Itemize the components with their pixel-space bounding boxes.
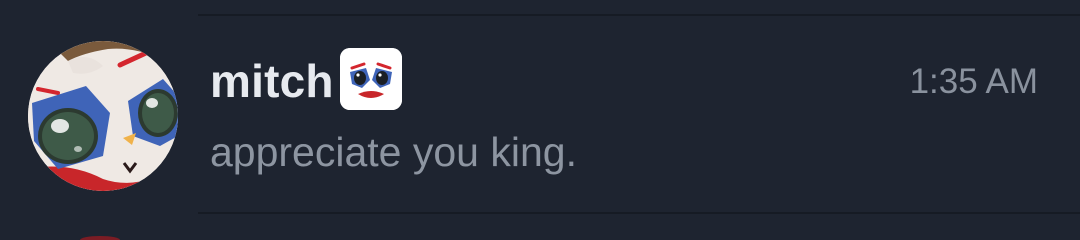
chat-message-row[interactable]: mitch 1:35 AM appreciate you king.	[0, 0, 1080, 240]
clown-doll-avatar-icon	[28, 41, 178, 191]
username[interactable]: mitch	[210, 53, 334, 109]
next-avatar-peek	[80, 236, 120, 240]
message-timestamp: 1:35 AM	[909, 62, 1038, 101]
top-divider	[198, 14, 1080, 16]
bottom-divider	[198, 212, 1080, 214]
message-text: appreciate you king.	[210, 129, 577, 175]
user-avatar[interactable]	[28, 41, 178, 191]
role-badge[interactable]	[340, 48, 402, 110]
clown-face-badge-icon	[340, 48, 402, 110]
